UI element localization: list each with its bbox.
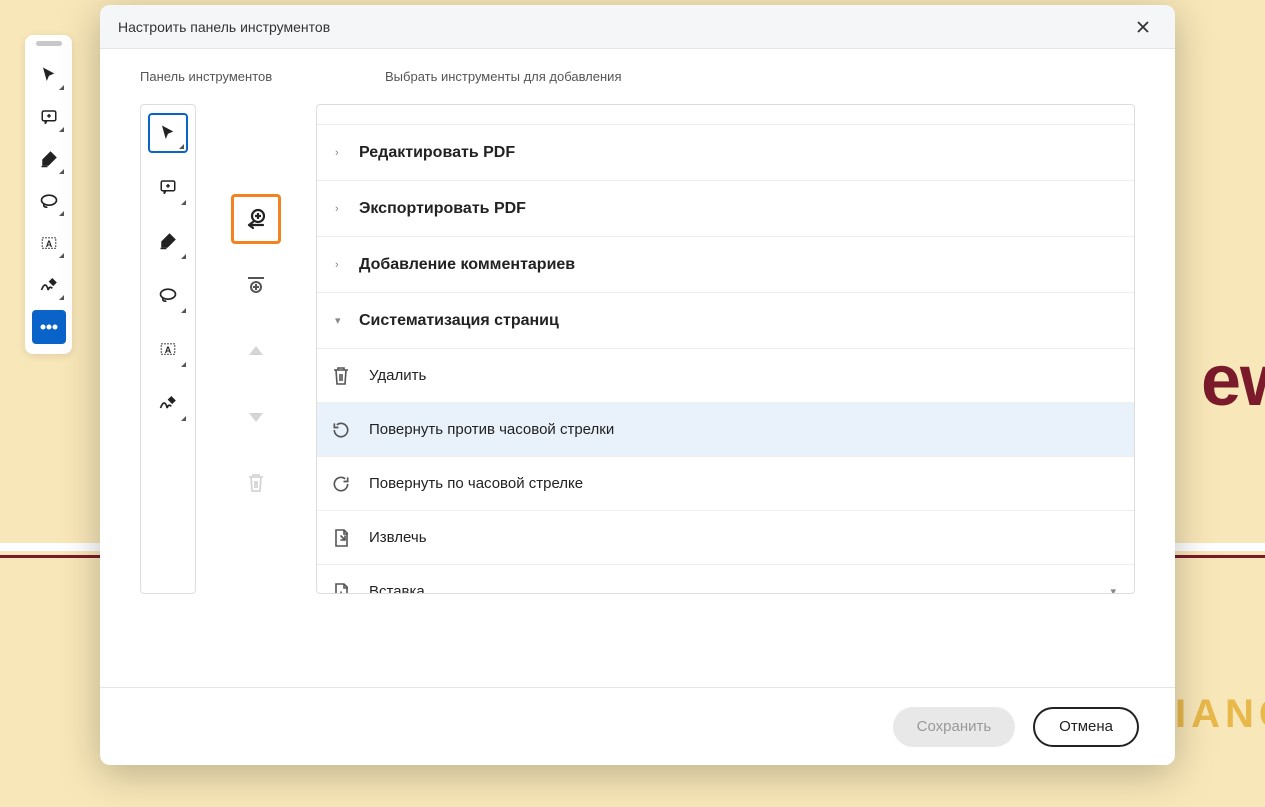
current-toolbar-list[interactable]: A xyxy=(140,104,196,594)
chevron-down-icon: ▾ xyxy=(1110,585,1116,593)
add-separator-icon xyxy=(245,274,267,296)
chevron-right-icon: › xyxy=(335,147,345,159)
dialog-footer: Сохранить Отмена xyxy=(100,687,1175,765)
tool-rotate-ccw[interactable]: Повернуть против часовой стрелки xyxy=(317,403,1134,457)
panel-item-comment[interactable] xyxy=(148,167,188,207)
column-headers: Панель инструментов Выбрать инструменты … xyxy=(140,69,1135,84)
cancel-button[interactable]: Отмена xyxy=(1033,707,1139,747)
tools-scroll[interactable]: › Редактировать PDF › Экспортировать PDF… xyxy=(317,105,1134,593)
tool-label: Удалить xyxy=(369,367,1116,384)
move-up-button[interactable] xyxy=(231,326,281,376)
category-label: Систематизация страниц xyxy=(359,312,559,330)
dialog-body: Панель инструментов Выбрать инструменты … xyxy=(100,49,1175,687)
chevron-up-icon xyxy=(249,346,263,356)
category-edit-pdf[interactable]: › Редактировать PDF xyxy=(317,125,1134,181)
trash-icon xyxy=(247,473,265,493)
textbox-icon: A xyxy=(40,234,58,252)
add-separator-button[interactable] xyxy=(231,260,281,310)
cursor-tool[interactable] xyxy=(32,58,66,92)
svg-text:A: A xyxy=(165,345,172,355)
reorder-controls xyxy=(196,104,316,677)
panel-item-highlight[interactable] xyxy=(148,221,188,261)
highlight-icon xyxy=(159,232,177,250)
chevron-right-icon: › xyxy=(335,203,345,215)
customize-toolbar-dialog: Настроить панель инструментов Панель инс… xyxy=(100,5,1175,765)
category-label: Добавление комментариев xyxy=(359,256,575,274)
tool-label: Извлечь xyxy=(369,529,1116,546)
dialog-title: Настроить панель инструментов xyxy=(118,19,330,35)
insert-icon xyxy=(329,582,353,594)
rotate-cw-icon xyxy=(329,474,353,494)
category-organize-pages[interactable]: ▾ Систематизация страниц xyxy=(317,293,1134,349)
category-label: Редактировать PDF xyxy=(359,144,515,162)
bg-title-fragment: ew xyxy=(1201,340,1265,422)
tool-rotate-cw[interactable]: Повернуть по часовой стрелке xyxy=(317,457,1134,511)
chevron-down-icon xyxy=(249,412,263,422)
panel-item-signature[interactable] xyxy=(148,383,188,423)
add-left-icon xyxy=(243,207,269,231)
dialog-header: Настроить панель инструментов xyxy=(100,5,1175,49)
panel-column-header: Панель инструментов xyxy=(140,69,385,84)
extract-icon xyxy=(329,528,353,548)
lasso-tool[interactable] xyxy=(32,184,66,218)
remove-tool-button[interactable] xyxy=(231,458,281,508)
category-export-pdf[interactable]: › Экспортировать PDF xyxy=(317,181,1134,237)
rotate-ccw-icon xyxy=(329,420,353,440)
svg-text:A: A xyxy=(45,239,52,249)
tools-column-header: Выбрать инструменты для добавления xyxy=(385,69,621,84)
tool-extract[interactable]: Извлечь xyxy=(317,511,1134,565)
textbox-tool[interactable]: A xyxy=(32,226,66,260)
close-icon xyxy=(1135,19,1151,35)
cursor-icon xyxy=(40,66,58,84)
tool-insert[interactable]: Вставка ▾ xyxy=(317,565,1134,593)
drag-grip[interactable] xyxy=(36,41,62,46)
spacer xyxy=(317,105,1134,125)
tool-label: Вставка xyxy=(369,583,1094,593)
comment-icon xyxy=(40,108,58,126)
panel-item-cursor[interactable] xyxy=(148,113,188,153)
more-icon xyxy=(40,324,58,330)
highlight-tool[interactable] xyxy=(32,142,66,176)
trash-icon xyxy=(329,366,353,386)
lasso-icon xyxy=(39,193,59,209)
textbox-icon: A xyxy=(159,340,177,358)
comment-tool[interactable] xyxy=(32,100,66,134)
lasso-icon xyxy=(158,287,178,303)
save-button[interactable]: Сохранить xyxy=(893,707,1016,747)
signature-icon xyxy=(158,394,178,412)
category-label: Экспортировать PDF xyxy=(359,200,526,218)
cursor-icon xyxy=(159,124,177,142)
highlight-icon xyxy=(40,150,58,168)
panel-item-textbox[interactable]: A xyxy=(148,329,188,369)
signature-tool[interactable] xyxy=(32,268,66,302)
category-comments[interactable]: › Добавление комментариев xyxy=(317,237,1134,293)
tool-label: Повернуть против часовой стрелки xyxy=(369,421,1116,438)
chevron-right-icon: › xyxy=(335,259,345,271)
close-button[interactable] xyxy=(1129,13,1157,41)
move-down-button[interactable] xyxy=(231,392,281,442)
more-tools[interactable] xyxy=(32,310,66,344)
tool-label: Повернуть по часовой стрелке xyxy=(369,475,1116,492)
quick-toolbar: A xyxy=(25,35,72,354)
add-tool-button[interactable] xyxy=(231,194,281,244)
chevron-down-icon: ▾ xyxy=(335,314,345,327)
available-tools-panel: › Редактировать PDF › Экспортировать PDF… xyxy=(316,104,1135,594)
comment-icon xyxy=(159,178,177,196)
panel-item-lasso[interactable] xyxy=(148,275,188,315)
bg-subtitle-fragment: IANG xyxy=(1175,692,1265,737)
signature-icon xyxy=(39,276,59,294)
tool-delete[interactable]: Удалить xyxy=(317,349,1134,403)
